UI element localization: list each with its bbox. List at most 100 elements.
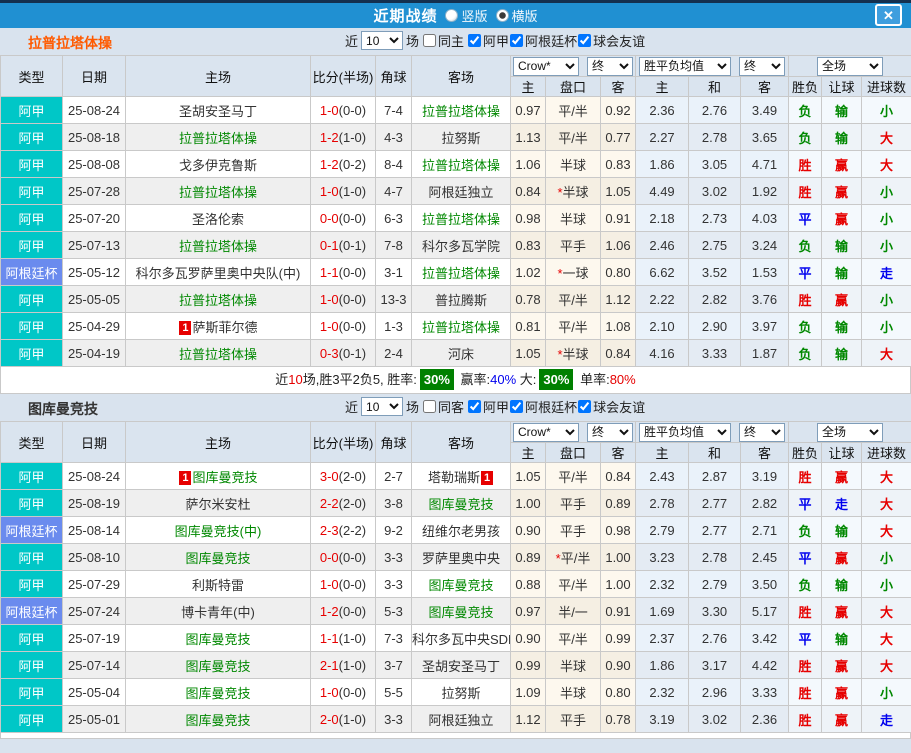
- avg-home-cell: 1.86: [635, 150, 690, 178]
- corner-cell: 3-1: [375, 258, 412, 286]
- avg-select[interactable]: 胜平负均值: [639, 56, 732, 76]
- team-name: 拉普拉塔体操: [421, 211, 500, 227]
- score-cell: 1-0(0-0): [310, 678, 376, 706]
- col-type: 类型: [0, 55, 63, 97]
- avg-draw-cell: 2.76: [688, 96, 742, 124]
- score-cell: 2-0(1-0): [310, 705, 376, 733]
- avg-home-cell: 2.32: [635, 678, 690, 706]
- odds-time-select[interactable]: 终: [587, 422, 633, 442]
- score-cell: 1-2(1-0): [310, 123, 376, 151]
- league-label: 球会友谊: [593, 400, 646, 415]
- league-checkbox[interactable]: [510, 34, 524, 47]
- team-name: 科尔多瓦罗萨里奥中央队(中): [135, 265, 301, 281]
- handicap-text: 半球: [562, 346, 589, 362]
- goals-result-cell: 大: [861, 516, 911, 544]
- league-filter[interactable]: 球会友谊: [577, 31, 645, 50]
- odds-time-select[interactable]: 终: [587, 56, 633, 76]
- avg-draw-cell: 3.33: [688, 339, 742, 367]
- avg-time-select[interactable]: 终: [739, 56, 786, 76]
- fulltime-score: 1-0: [319, 318, 339, 334]
- match-row: 阿甲 25-07-20 圣洛伦索 0-0(0-0) 6-3 拉普拉塔体操 0.98 半球 0.9…: [0, 204, 911, 232]
- score-cell: 1-0(0-0): [310, 96, 376, 124]
- league-checkbox[interactable]: [468, 34, 482, 47]
- halftime-score: (0-0): [338, 549, 367, 565]
- league-filter[interactable]: 阿根廷杯: [509, 31, 577, 50]
- away-odds-cell: 0.98: [599, 516, 637, 544]
- league-checkbox[interactable]: [468, 400, 482, 413]
- league-filter[interactable]: 球会友谊: [577, 397, 645, 416]
- filters-bar: 近 10 场 同客 阿甲 阿根廷杯 球会友谊: [345, 397, 645, 416]
- avg-away-cell: 2.36: [740, 705, 790, 733]
- team-section-tucuman: 图库曼竞技 近 10 场 同客 阿甲 阿根廷杯 球会友谊 类型 日期 主场 比分…: [0, 394, 911, 739]
- league-type-cell: 阿甲: [0, 543, 63, 571]
- away-team-cell: 阿根廷独立: [411, 177, 511, 205]
- match-row: 阿甲 25-07-13 拉普拉塔体操 0-1(0-1) 7-8 科尔多瓦学院 0.83 平手 1…: [0, 231, 911, 259]
- league-type-cell: 阿根廷杯: [0, 597, 63, 625]
- league-checkbox[interactable]: [578, 34, 592, 47]
- same-venue-filter[interactable]: 同主: [422, 31, 464, 50]
- avg-away-cell: 1.92: [740, 177, 790, 205]
- league-checkbox[interactable]: [578, 400, 592, 413]
- bookmaker-select[interactable]: Crow*: [513, 56, 579, 76]
- match-row: 阿甲 25-08-10 图库曼竞技 0-0(0-0) 3-3 罗萨里奥中央 0.89 *平/半…: [0, 543, 911, 571]
- handicap-cell: 平手: [545, 489, 601, 517]
- handicap-cell: *半球: [545, 339, 601, 367]
- close-button[interactable]: ✕: [875, 4, 902, 26]
- section-header: 图库曼竞技 近 10 场 同客 阿甲 阿根廷杯 球会友谊: [0, 394, 911, 421]
- layout-option-horizontal[interactable]: 横版: [495, 6, 538, 25]
- league-filter[interactable]: 阿甲: [467, 31, 509, 50]
- team-name: 普拉腾斯: [434, 292, 487, 308]
- col-corner: 角球: [375, 421, 412, 463]
- league-label: 阿根廷杯: [525, 34, 578, 49]
- sub-away-odds: 客: [599, 76, 637, 97]
- match-count-select[interactable]: 10: [361, 397, 404, 416]
- team-name: 拉努斯: [441, 130, 481, 146]
- sub-handicap: 盘口: [545, 76, 601, 97]
- away-team-cell: 塔勒瑞斯 1: [411, 462, 511, 490]
- league-type-cell: 阿甲: [0, 285, 63, 313]
- fulltime-select[interactable]: 全场: [817, 56, 884, 76]
- home-odds-cell: 0.83: [510, 231, 546, 259]
- team-name: 萨尔米安杜: [185, 496, 251, 512]
- handicap-result-cell: 输: [821, 624, 863, 652]
- avg-draw-cell: 3.52: [688, 258, 742, 286]
- halftime-score: (0-1): [338, 345, 367, 361]
- home-team-cell: 图库曼竞技: [125, 705, 311, 733]
- match-row: 阿甲 25-04-29 1 萨斯菲尔德 1-0(0-0) 1-3 拉普拉塔体操 0.81 平/半…: [0, 312, 911, 340]
- goals-result-cell: 小: [861, 177, 911, 205]
- league-filter[interactable]: 阿甲: [467, 397, 509, 416]
- sub-wdl: 胜负: [788, 76, 823, 97]
- league-filter[interactable]: 阿根廷杯: [509, 397, 577, 416]
- same-venue-checkbox[interactable]: [423, 34, 437, 47]
- handicap-cell: 半球: [545, 150, 601, 178]
- horizontal-radio[interactable]: [495, 9, 509, 22]
- away-team-cell: 科尔多瓦中央SDE: [411, 624, 511, 652]
- bookmaker-select[interactable]: Crow*: [513, 422, 579, 442]
- league-type-cell: 阿甲: [0, 570, 63, 598]
- avg-select[interactable]: 胜平负均值: [639, 422, 732, 442]
- halftime-score: (1-0): [338, 129, 367, 145]
- fulltime-score: 0-1: [319, 237, 339, 253]
- handicap-result-cell: 赢: [821, 285, 863, 313]
- handicap-text: 一球: [562, 265, 589, 281]
- avg-home-cell: 4.16: [635, 339, 690, 367]
- match-count-select[interactable]: 10: [361, 31, 404, 50]
- avg-away-cell: 1.87: [740, 339, 790, 367]
- league-filter-group: 阿甲 阿根廷杯 球会友谊: [467, 31, 645, 50]
- corner-cell: 3-7: [375, 651, 412, 679]
- avg-away-cell: 2.45: [740, 543, 790, 571]
- wdl-result-cell: 负: [788, 570, 823, 598]
- league-checkbox[interactable]: [510, 400, 524, 413]
- fulltime-score: 0-0: [319, 549, 339, 565]
- same-venue-checkbox[interactable]: [423, 400, 437, 413]
- avg-draw-cell: 2.87: [688, 462, 742, 490]
- same-venue-filter[interactable]: 同客: [422, 397, 464, 416]
- layout-option-vertical[interactable]: 竖版: [445, 6, 488, 25]
- vertical-radio[interactable]: [445, 9, 459, 22]
- away-odds-cell: 0.77: [599, 123, 637, 151]
- avg-away-cell: 3.49: [740, 96, 790, 124]
- corner-cell: 4-3: [375, 123, 412, 151]
- away-team-cell: 拉努斯: [411, 678, 511, 706]
- fulltime-select[interactable]: 全场: [817, 422, 884, 442]
- avg-time-select[interactable]: 终: [739, 422, 786, 442]
